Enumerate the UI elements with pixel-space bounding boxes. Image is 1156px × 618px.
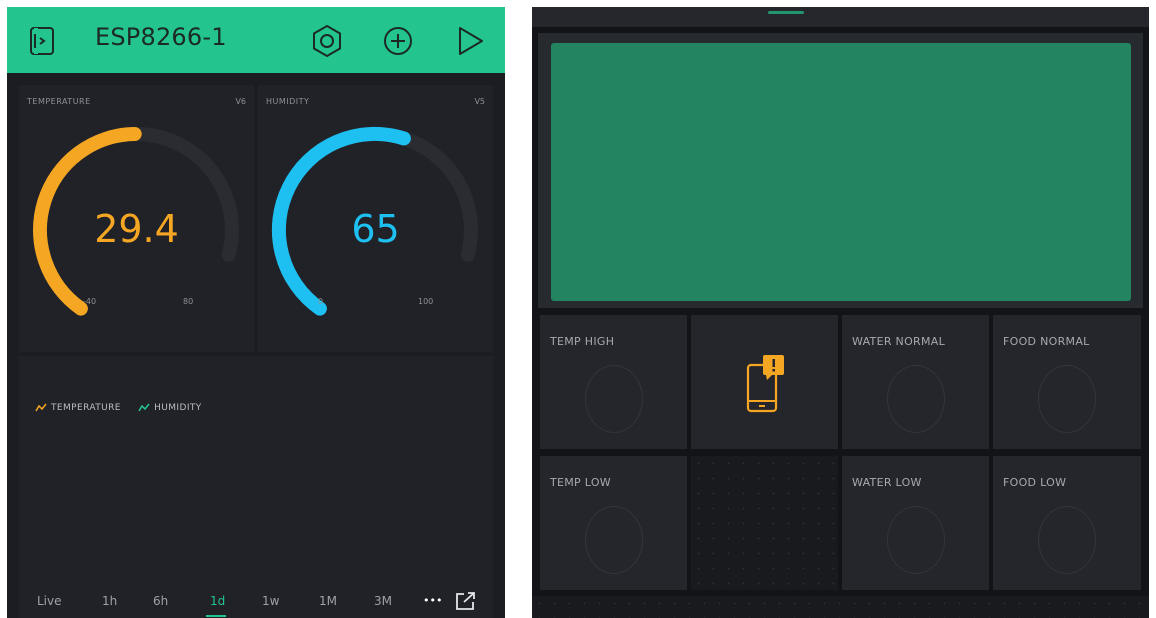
- expand-icon[interactable]: [455, 591, 477, 614]
- led-label: FOOD LOW: [1003, 476, 1067, 489]
- play-icon[interactable]: [453, 24, 487, 58]
- legend-item-humidity[interactable]: HUMIDITY: [138, 403, 202, 413]
- tab-1w[interactable]: 1w: [262, 594, 279, 608]
- add-icon[interactable]: [381, 24, 415, 58]
- gauge-value: 65: [351, 207, 400, 251]
- led-label: TEMP HIGH: [550, 335, 615, 348]
- gauge-max: 80: [183, 297, 194, 306]
- notification-icon: [746, 353, 786, 419]
- gauge-min: 0: [318, 297, 324, 306]
- led-indicator: [585, 365, 643, 433]
- gauge-pin: V5: [474, 97, 485, 106]
- tab-live[interactable]: Live: [37, 594, 62, 608]
- led-indicator: [887, 365, 945, 433]
- tab-1d[interactable]: 1d: [210, 594, 225, 608]
- led-indicator: [1038, 365, 1096, 433]
- gauge-label: TEMPERATURE: [27, 97, 91, 106]
- notification-widget[interactable]: [691, 315, 838, 449]
- more-icon[interactable]: •••: [423, 594, 442, 607]
- header-bar: ESP8266-1: [7, 7, 505, 73]
- led-temp-low[interactable]: TEMP LOW: [540, 456, 687, 590]
- widgets-panel: TEMP HIGH WATER NORMAL FOOD NORMAL TEMP …: [532, 7, 1149, 618]
- tab-6h[interactable]: 6h: [153, 594, 168, 608]
- tab-3m[interactable]: 3M: [374, 594, 392, 608]
- empty-grid-cell[interactable]: [691, 456, 838, 590]
- legend-label: TEMPERATURE: [51, 403, 121, 413]
- led-water-normal[interactable]: WATER NORMAL: [842, 315, 989, 449]
- device-title: ESP8266-1: [95, 23, 227, 51]
- lcd-widget[interactable]: [538, 33, 1143, 308]
- led-food-low[interactable]: FOOD LOW: [993, 456, 1141, 590]
- led-food-normal[interactable]: FOOD NORMAL: [993, 315, 1141, 449]
- gauge-value: 29.4: [94, 207, 179, 251]
- drag-handle[interactable]: [768, 11, 804, 14]
- tab-1h[interactable]: 1h: [102, 594, 117, 608]
- led-indicator: [887, 506, 945, 574]
- gauge-pin: V6: [235, 97, 246, 106]
- gauge-max: 100: [418, 297, 434, 306]
- lcd-screen: [551, 43, 1131, 301]
- chart-legend: TEMPERATURE HUMIDITY: [35, 403, 216, 413]
- legend-item-temperature[interactable]: TEMPERATURE: [35, 403, 124, 413]
- led-label: WATER NORMAL: [852, 335, 946, 348]
- time-range-tabs: Live 1h 6h 1d 1w 1M 3M •••: [19, 591, 493, 618]
- history-chart[interactable]: TEMPERATURE HUMIDITY Live 1h 6h 1d 1w 1M…: [19, 356, 493, 618]
- led-label: WATER LOW: [852, 476, 922, 489]
- gauge-min: -40: [83, 297, 97, 306]
- led-temp-high[interactable]: TEMP HIGH: [540, 315, 687, 449]
- top-widget-strip: [532, 7, 1149, 27]
- dashboard-panel: ESP8266-1 TEMPERATURE V6 29.4 -40 80 HUM…: [7, 7, 505, 618]
- legend-label: HUMIDITY: [154, 403, 202, 413]
- temperature-line-icon: [35, 403, 47, 412]
- led-label: FOOD NORMAL: [1003, 335, 1090, 348]
- empty-grid-row[interactable]: [532, 596, 1149, 618]
- led-label: TEMP LOW: [550, 476, 611, 489]
- device-icon[interactable]: [25, 24, 59, 58]
- humidity-line-icon: [138, 403, 150, 412]
- led-indicator: [585, 506, 643, 574]
- humidity-gauge[interactable]: HUMIDITY V5 65 0 100: [258, 85, 493, 352]
- tab-1m[interactable]: 1M: [319, 594, 337, 608]
- active-tab-indicator: [206, 615, 226, 617]
- gauge-label: HUMIDITY: [266, 97, 310, 106]
- settings-icon[interactable]: [310, 24, 344, 58]
- led-indicator: [1038, 506, 1096, 574]
- temperature-gauge[interactable]: TEMPERATURE V6 29.4 -40 80: [19, 85, 254, 352]
- led-water-low[interactable]: WATER LOW: [842, 456, 989, 590]
